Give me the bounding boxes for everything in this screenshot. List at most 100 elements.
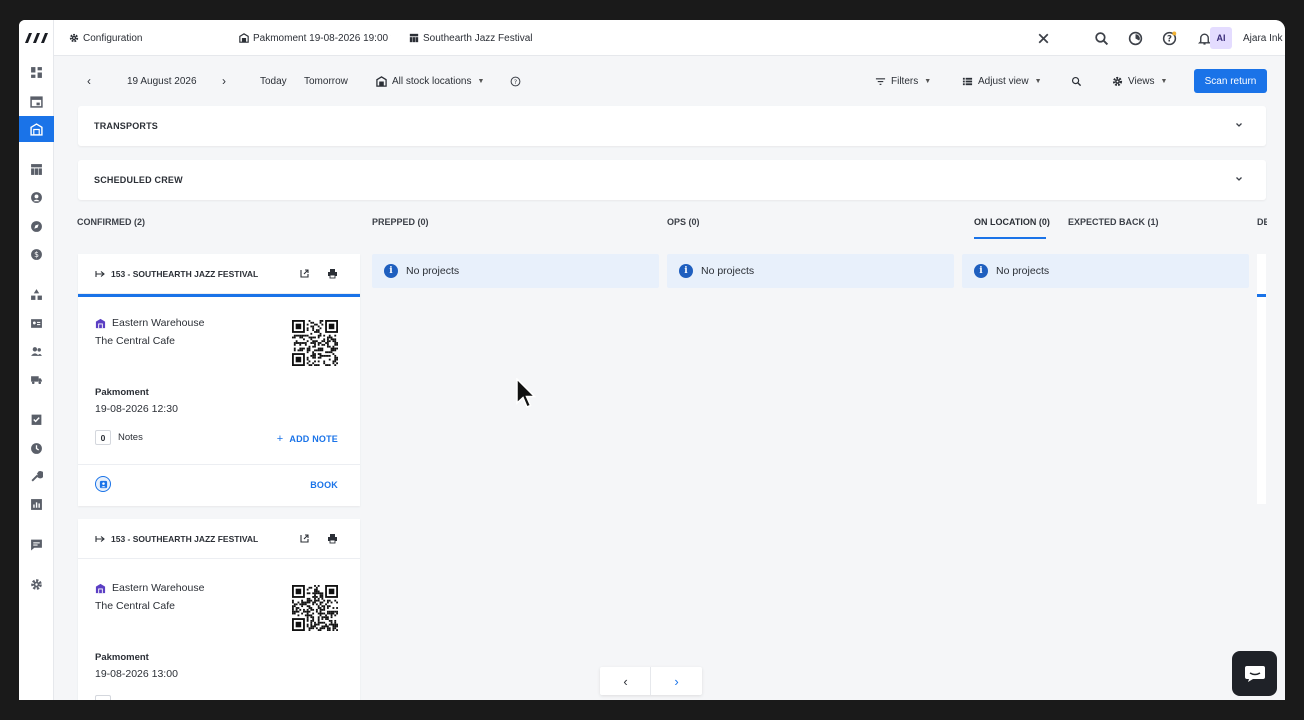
card-label: Pakmoment (95, 387, 149, 398)
active-tab-indicator (974, 237, 1046, 239)
tab-label: Pakmoment 19-08-2026 19:00 voc (253, 32, 391, 44)
project-card[interactable]: 153 - SOUTHEARTH JAZZ FESTIVAL Eastern W… (78, 519, 360, 700)
contact-icon[interactable] (19, 184, 54, 210)
card-title[interactable]: 153 - SOUTHEARTH JAZZ FESTIVAL (95, 254, 258, 294)
chat-icon (1244, 665, 1265, 682)
column-truncated[interactable]: DE (1257, 217, 1267, 227)
svg-text:?: ? (514, 77, 517, 85)
search-icon[interactable] (1071, 56, 1087, 106)
notes-count (95, 695, 111, 700)
shapes-icon[interactable] (19, 281, 54, 307)
pager-next-button[interactable]: › (651, 667, 702, 695)
column-pager: ‹ › (600, 667, 702, 695)
panel-title: TRANSPORTS (94, 121, 159, 131)
tab-southearth-jazz-festival[interactable]: Southearth Jazz Festival (409, 20, 569, 56)
chat-button[interactable] (1232, 651, 1277, 696)
info-icon: i (974, 264, 988, 278)
column-ops[interactable]: OPS (0) (667, 217, 700, 227)
tomorrow-button[interactable]: Tomorrow (304, 56, 348, 106)
tab-configuration[interactable]: Configuration (69, 20, 229, 56)
transports-panel[interactable]: TRANSPORTS (78, 106, 1266, 146)
info-icon: i (384, 264, 398, 278)
tab-on-location[interactable]: ON LOCATION (0) (974, 217, 1050, 227)
close-icon[interactable] (1034, 29, 1052, 47)
tab-expected-back[interactable]: EXPECTED BACK (1) (1068, 217, 1159, 227)
arrow-right-icon (95, 271, 105, 277)
scheduled-crew-panel[interactable]: SCHEDULED CREW (78, 160, 1266, 200)
card-label: Pakmoment (95, 652, 149, 663)
prev-day-button[interactable]: ‹ (87, 56, 91, 106)
open-external-icon[interactable] (299, 533, 310, 544)
search-icon[interactable] (1092, 29, 1110, 47)
id-card-icon[interactable] (19, 310, 54, 336)
help-icon[interactable]: ? (510, 56, 526, 106)
toolbar: ‹ 19 August 2026 › Today Tomorrow All st… (54, 56, 1285, 106)
filters-label: Filters (891, 75, 919, 87)
tab-label: Configuration (83, 32, 143, 44)
card-title[interactable]: 153 - SOUTHEARTH JAZZ FESTIVAL (95, 519, 258, 559)
checklist-icon[interactable] (19, 406, 54, 432)
caret-down-icon: ▼ (924, 77, 932, 85)
qr-code (292, 320, 338, 366)
filter-icon (875, 77, 886, 85)
tab-label: Southearth Jazz Festival (423, 32, 533, 44)
empty-state: i No projects (962, 254, 1249, 288)
currency-icon[interactable]: $ (19, 241, 54, 267)
people-icon[interactable] (19, 338, 54, 364)
app-logo[interactable] (19, 20, 54, 56)
adjust-view-button[interactable]: Adjust view ▼ (962, 56, 1042, 106)
print-icon[interactable] (327, 268, 338, 279)
gear-icon (1112, 76, 1123, 86)
book-button[interactable]: BOOK (310, 480, 338, 490)
inventory-icon[interactable] (19, 156, 54, 182)
filters-button[interactable]: Filters ▼ (875, 56, 931, 106)
dashboard-icon[interactable] (19, 59, 54, 85)
user-name[interactable]: Ajara Ink (1243, 20, 1282, 56)
print-icon[interactable] (327, 533, 338, 544)
gear-icon (69, 33, 79, 43)
add-note-button[interactable]: + ADD NOTE (277, 433, 338, 445)
wrench-icon[interactable] (19, 463, 54, 489)
warehouse-icon[interactable] (19, 116, 54, 142)
top-bar: Configuration Pakmoment 19-08-2026 19:00… (54, 20, 1285, 56)
location-select[interactable]: All stock locations ▼ (376, 56, 484, 106)
pager-prev-button[interactable]: ‹ (600, 667, 651, 695)
project-card[interactable]: 153 - SOUTHEARTH JAZZ FESTIVAL Eastern W… (78, 254, 360, 506)
column-prepped[interactable]: PREPPED (0) (372, 217, 429, 227)
list-icon (962, 77, 973, 85)
warehouse-icon (95, 583, 106, 593)
next-day-button[interactable]: › (222, 56, 226, 106)
help-icon[interactable]: ? (1160, 29, 1178, 47)
partial-column (1257, 254, 1266, 504)
column-confirmed[interactable]: CONFIRMED (2) (77, 217, 145, 227)
empty-state: i No projects (667, 254, 954, 288)
views-label: Views (1128, 75, 1155, 87)
tab-pakmoment[interactable]: Pakmoment 19-08-2026 19:00 voc (239, 20, 391, 56)
chevron-down-icon[interactable] (1234, 120, 1244, 130)
venue-name: The Central Cafe (95, 600, 175, 612)
crew-icon[interactable] (95, 476, 111, 492)
report-icon[interactable] (19, 491, 54, 517)
clock-icon[interactable] (19, 435, 54, 461)
qr-code (292, 585, 338, 631)
compass-icon[interactable] (19, 213, 54, 239)
sidebar: $ (19, 20, 54, 700)
message-icon[interactable] (19, 531, 54, 557)
scan-return-button[interactable]: Scan return (1194, 69, 1267, 93)
today-button[interactable]: Today (260, 56, 287, 106)
timer-icon[interactable] (1126, 29, 1144, 47)
avatar[interactable]: AI (1210, 27, 1232, 49)
divider (78, 464, 360, 465)
calendar-grid-icon (409, 33, 419, 43)
views-button[interactable]: Views ▼ (1112, 56, 1167, 106)
card-title-text: 153 - SOUTHEARTH JAZZ FESTIVAL (111, 269, 259, 279)
open-external-icon[interactable] (299, 268, 310, 279)
calendar-icon[interactable] (19, 88, 54, 114)
card-header: 153 - SOUTHEARTH JAZZ FESTIVAL (78, 519, 360, 559)
truck-icon[interactable] (19, 366, 54, 392)
chevron-down-icon[interactable] (1234, 174, 1244, 184)
settings-icon[interactable] (19, 571, 54, 597)
progress-bar (1257, 294, 1266, 297)
date-picker[interactable]: 19 August 2026 (127, 56, 197, 106)
card-progress (78, 294, 360, 297)
